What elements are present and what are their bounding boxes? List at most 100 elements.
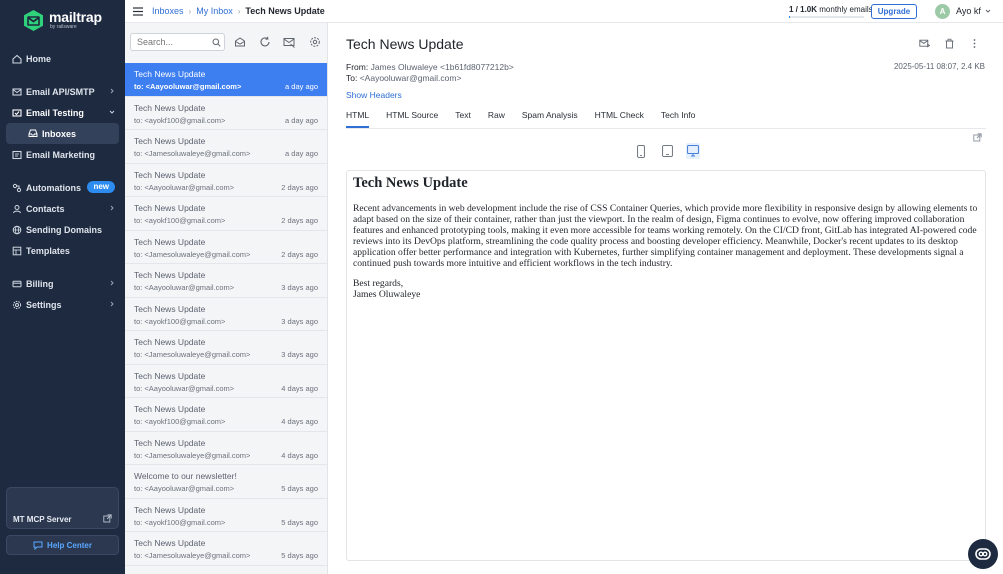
message-list-item[interactable]: Tech News Update to: <ayokf100@gmail.com>… bbox=[125, 197, 327, 231]
message-time: 2 days ago bbox=[281, 249, 318, 259]
brand-name: mailtrap bbox=[49, 9, 102, 25]
mailtrap-logo[interactable]: mailtrap by railsware bbox=[24, 10, 102, 31]
message-tabs: HTML HTML Source Text Raw Spam Analysis HTML … bbox=[346, 108, 712, 128]
message-time: 4 days ago bbox=[281, 450, 318, 460]
open-in-new-icon[interactable] bbox=[973, 133, 982, 142]
message-list-item[interactable]: Tech News Update to: <ayokf100@gmail.com>… bbox=[125, 398, 327, 432]
message-list-item[interactable]: Tech News Update to: <Jamesoluwaleye@gmai… bbox=[125, 331, 327, 365]
list-toolbar bbox=[125, 23, 327, 63]
breadcrumb-inboxes[interactable]: Inboxes bbox=[152, 6, 184, 16]
tab-spam-analysis[interactable]: Spam Analysis bbox=[522, 108, 578, 128]
sidebar-item-label: Contacts bbox=[26, 203, 65, 214]
message-list-item[interactable]: Tech News Update to: <Aayooluwar@gmail.co… bbox=[125, 365, 327, 398]
menu-icon[interactable] bbox=[133, 7, 143, 16]
forward-icon[interactable] bbox=[919, 38, 930, 49]
message-list-item[interactable]: Tech News Update to: <ayokf100@gmail.com>… bbox=[125, 499, 327, 532]
message-list: Tech News Update to: <Aayooluwar@gmail.co… bbox=[125, 63, 327, 574]
chevron-right-icon bbox=[110, 205, 114, 211]
clear-inbox-icon[interactable] bbox=[283, 36, 295, 48]
mcp-server-card[interactable]: MT MCP Server bbox=[6, 487, 119, 529]
avatar[interactable]: A bbox=[935, 4, 950, 19]
message-list-item[interactable]: Tech News Update to: <Jamesoluwaleye@gmai… bbox=[125, 130, 327, 164]
breadcrumb-separator: › bbox=[237, 6, 241, 16]
tab-tech-info[interactable]: Tech Info bbox=[661, 108, 696, 128]
message-list-item[interactable]: Tech News Update to: <ayokf100@gmail.com>… bbox=[125, 298, 327, 331]
breadcrumb: Inboxes › My Inbox › Tech News Update bbox=[152, 6, 325, 16]
message-subject: Tech News Update bbox=[134, 303, 206, 314]
message-list-item[interactable]: Tech News Update to: <Aayooluwar@gmail.co… bbox=[125, 264, 327, 298]
chat-widget-button[interactable] bbox=[968, 539, 998, 569]
chevron-down-icon bbox=[109, 110, 115, 114]
tablet-view-button[interactable] bbox=[660, 143, 674, 159]
message-list-item[interactable]: Tech News Update to: <Jamesoluwaleye@gmai… bbox=[125, 432, 327, 465]
sidebar-item-label: Settings bbox=[26, 299, 62, 310]
help-center-button[interactable]: Help Center bbox=[6, 535, 119, 555]
more-options-icon[interactable] bbox=[969, 38, 980, 49]
tab-html[interactable]: HTML bbox=[346, 108, 370, 128]
message-list-item[interactable]: Tech News Update to: <Jamesoluwaleye@gmai… bbox=[125, 231, 327, 264]
mobile-view-button[interactable] bbox=[634, 143, 648, 159]
message-recipient: to: <Jamesoluwaleye@gmail.com> bbox=[134, 551, 251, 560]
sidebar-item-inboxes[interactable]: Inboxes bbox=[6, 123, 119, 144]
external-link-icon[interactable] bbox=[103, 514, 112, 523]
search-icon bbox=[212, 38, 221, 47]
message-subject: Tech News Update bbox=[134, 370, 206, 381]
message-list-item[interactable]: Tech News Update to: <Aayooluwar@gmail.co… bbox=[125, 63, 327, 97]
search-input[interactable] bbox=[130, 33, 225, 51]
sidebar-item-contacts[interactable]: Contacts bbox=[0, 198, 125, 219]
message-list-pane: Tech News Update to: <Aayooluwar@gmail.co… bbox=[125, 23, 328, 574]
breadcrumb-my-inbox[interactable]: My Inbox bbox=[196, 6, 233, 16]
chevron-right-icon bbox=[110, 301, 114, 307]
message-time: 2 days ago bbox=[281, 182, 318, 192]
message-time: 3 days ago bbox=[281, 283, 318, 292]
sidebar-item-automations[interactable]: Automations new bbox=[0, 177, 125, 198]
sidebar-item-label: Email Testing bbox=[26, 107, 84, 118]
tab-html-source[interactable]: HTML Source bbox=[386, 108, 438, 128]
message-list-item[interactable]: Tech News Update to: <Aayooluwar@gmail.co… bbox=[125, 164, 327, 197]
desktop-view-button[interactable] bbox=[686, 143, 700, 159]
chevron-down-icon[interactable] bbox=[985, 8, 991, 14]
mark-read-icon[interactable] bbox=[234, 36, 246, 48]
inbox-icon bbox=[28, 128, 38, 140]
message-list-item[interactable]: Welcome to our newsletter! to: <Aayooluwa… bbox=[125, 465, 327, 499]
sidebar-item-templates[interactable]: Templates bbox=[0, 240, 125, 261]
sidebar-item-home[interactable]: Home bbox=[0, 48, 125, 69]
sidebar-item-label: Billing bbox=[26, 278, 54, 289]
message-subject: Tech News Update bbox=[134, 203, 206, 213]
tab-html-check[interactable]: HTML Check bbox=[595, 108, 644, 128]
upgrade-button[interactable]: Upgrade bbox=[871, 4, 917, 19]
sidebar-item-label: Templates bbox=[26, 245, 70, 256]
message-list-item[interactable]: Tech News Update to: <ayokf100@gmail.com>… bbox=[125, 97, 327, 130]
user-name[interactable]: Ayo kf bbox=[956, 6, 981, 16]
sidebar-item-sending-domains[interactable]: Sending Domains bbox=[0, 219, 125, 240]
refresh-icon[interactable] bbox=[259, 36, 271, 48]
message-list-item[interactable]: Tech News Update bbox=[125, 566, 327, 574]
sidebar-item-settings[interactable]: Settings bbox=[0, 294, 125, 315]
sidebar-item-billing[interactable]: Billing bbox=[0, 273, 125, 294]
desktop-icon bbox=[687, 145, 699, 157]
topbar: Inboxes › My Inbox › Tech News Update 1 … bbox=[125, 0, 1003, 23]
email-signoff: Best regards, bbox=[353, 278, 404, 289]
show-headers-link[interactable]: Show Headers bbox=[346, 90, 402, 100]
message-time: a day ago bbox=[285, 149, 318, 158]
message-recipient: to: <Aayooluwar@gmail.com> bbox=[134, 82, 242, 91]
quota-total: 1.0K bbox=[800, 5, 818, 14]
tab-text[interactable]: Text bbox=[455, 108, 471, 128]
help-center-label: Help Center bbox=[47, 540, 92, 550]
tab-raw[interactable]: Raw bbox=[488, 108, 505, 128]
email-marketing-icon bbox=[11, 149, 22, 160]
message-recipient: to: <ayokf100@gmail.com> bbox=[134, 417, 226, 426]
message-recipient: to: <Jamesoluwaleye@gmail.com> bbox=[134, 249, 251, 259]
message-detail: Tech News Update From: James Oluwaleye <… bbox=[328, 23, 1003, 574]
message-list-item[interactable]: Tech News Update to: <Jamesoluwaleye@gmai… bbox=[125, 532, 327, 566]
trash-icon[interactable] bbox=[944, 38, 955, 49]
settings-icon[interactable] bbox=[309, 36, 321, 48]
sidebar-item-email-testing[interactable]: Email Testing bbox=[0, 102, 125, 123]
sidebar-item-email-marketing[interactable]: Email Marketing bbox=[0, 144, 125, 165]
sidebar-item-email-api-smtp[interactable]: Email API/SMTP bbox=[0, 81, 125, 102]
message-subject: Tech News Update bbox=[134, 236, 206, 247]
to-label: To: bbox=[346, 73, 358, 83]
message-recipient: to: <ayokf100@gmail.com> bbox=[134, 115, 226, 125]
chevron-right-icon bbox=[110, 280, 114, 286]
billing-icon bbox=[11, 278, 22, 289]
